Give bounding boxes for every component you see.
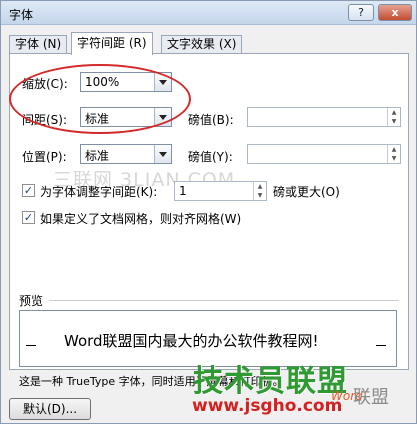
- spinner-buttons[interactable]: ▲ ▼: [387, 145, 400, 163]
- spin-up-icon[interactable]: ▲: [388, 108, 400, 117]
- watermark-lianmeng: 联盟: [353, 387, 389, 408]
- spin-up-icon[interactable]: ▲: [254, 182, 266, 191]
- spin-up-icon[interactable]: ▲: [388, 145, 400, 154]
- spinner-buttons[interactable]: ▲ ▼: [253, 182, 266, 200]
- baseline-mark-left: [26, 345, 36, 346]
- font-dialog: 字体 ? x 字体 (N) 字符间距 (R) 文字效果 (X) 缩放(C): 1…: [0, 0, 417, 424]
- kerning-value: 1: [179, 184, 187, 198]
- preview-text: Word联盟国内最大的办公软件教程网!: [64, 332, 319, 350]
- kerning-spinner[interactable]: 1 ▲ ▼: [174, 181, 267, 201]
- snap-to-grid-checkbox[interactable]: ✓: [22, 211, 35, 224]
- title-bar: 字体 ? x: [1, 1, 416, 25]
- spin-down-icon[interactable]: ▼: [388, 154, 400, 163]
- kerning-suffix: 磅或更大(O): [273, 185, 340, 199]
- default-button[interactable]: 默认(D)...: [9, 398, 91, 420]
- position-label: 位置(P):: [22, 150, 67, 164]
- dialog-title: 字体: [9, 8, 34, 22]
- preview-divider: [49, 300, 399, 301]
- highlight-ellipse: [9, 64, 191, 134]
- spin-down-icon[interactable]: ▼: [254, 191, 266, 200]
- close-button[interactable]: x: [378, 4, 412, 21]
- spinner-buttons[interactable]: ▲ ▼: [387, 108, 400, 126]
- tab-text-effects[interactable]: 文字效果 (X): [161, 35, 243, 54]
- chevron-down-icon[interactable]: [154, 145, 171, 163]
- spacing-by-spinner[interactable]: ▲ ▼: [247, 107, 401, 127]
- help-button[interactable]: ?: [348, 4, 374, 21]
- watermark-url: www.jsgho.com: [192, 396, 343, 416]
- snap-to-grid-label: 如果定义了文档网格，则对齐网格(W): [40, 212, 242, 226]
- position-dropdown[interactable]: 标准: [80, 144, 172, 164]
- preview-title: 预览: [19, 294, 44, 308]
- position-value: 标准: [85, 149, 110, 163]
- position-by-label: 磅值(Y):: [188, 150, 233, 164]
- tab-font[interactable]: 字体 (N): [9, 35, 68, 54]
- kerning-checkbox[interactable]: ✓: [22, 184, 35, 197]
- watermark-brand: 技术员联盟: [193, 364, 348, 399]
- baseline-mark-right: [376, 345, 386, 346]
- position-by-spinner[interactable]: ▲ ▼: [247, 144, 401, 164]
- spin-down-icon[interactable]: ▼: [388, 117, 400, 126]
- tab-character-spacing[interactable]: 字符间距 (R): [71, 32, 153, 55]
- spacing-by-label: 磅值(B):: [188, 113, 234, 127]
- kerning-label: 为字体调整字间距(K):: [40, 185, 158, 199]
